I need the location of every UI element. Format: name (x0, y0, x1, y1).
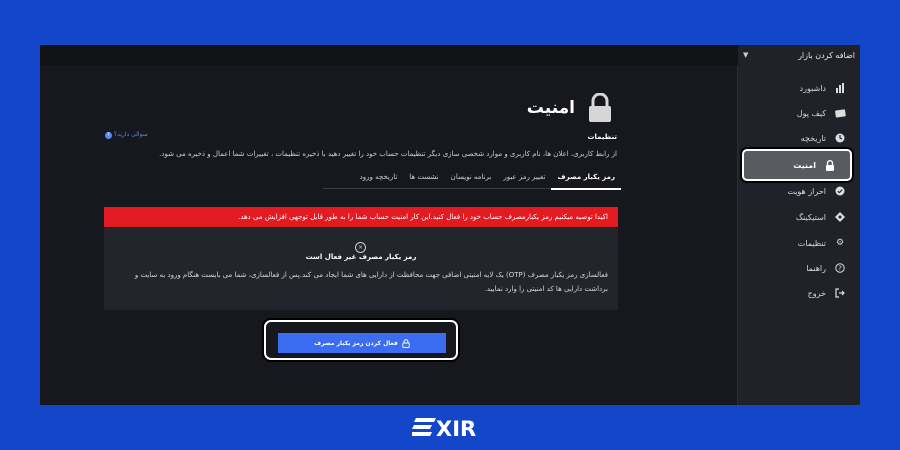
sidebar-item-label: تنظیمات (797, 238, 826, 248)
sidebar-item-settings[interactable]: ⚙ تنظیمات (738, 231, 860, 255)
otp-description: فعالسازی رمز یکبار مصرف (OTP) یک لایه ام… (134, 271, 608, 293)
sidebar-item-label: داشبورد (799, 83, 826, 93)
sidebar-item-wallet[interactable]: کیف پول (738, 101, 860, 125)
wallet-icon (834, 107, 846, 119)
tab-login-history[interactable]: تاریخچه ورود (354, 168, 404, 188)
lock-icon (402, 338, 410, 348)
sidebar-item-security[interactable]: امنیت (742, 149, 852, 181)
clock-icon (834, 132, 846, 144)
tab-sessions[interactable]: نشست ها (403, 168, 444, 188)
security-tabs: رمز یکبار مصرف تغییر رمز عبور برنامه نوی… (323, 168, 621, 190)
tab-otp[interactable]: رمز یکبار مصرف (551, 168, 621, 190)
add-market-label: اضافه کردن بازار (798, 50, 855, 60)
sidebar-item-logout[interactable]: خروج (738, 281, 860, 305)
help-link[interactable]: سوالی دارید؟ ? (105, 131, 148, 139)
staking-icon (834, 211, 846, 223)
sidebar-item-label: استیکینگ (795, 212, 826, 222)
help-icon: ? (834, 262, 846, 274)
tab-developers[interactable]: برنامه نویسان (445, 168, 498, 188)
enable-otp-button[interactable]: فعال کردن رمز یکبار مصرف (278, 333, 446, 353)
settings-heading: تنظیمات (587, 133, 617, 141)
svg-text:XIR: XIR (436, 417, 476, 438)
bar-chart-icon (834, 82, 846, 94)
sidebar: داشبورد کیف پول تاریخچه امنیت احراز هویت… (737, 65, 860, 405)
sidebar-item-label: امنیت (793, 160, 816, 170)
cta-highlight: فعال کردن رمز یکبار مصرف (264, 320, 458, 360)
settings-description: از رابط کاربری، اعلان ها، نام کاربری و م… (159, 150, 617, 158)
check-badge-icon (834, 185, 846, 197)
sidebar-item-staking[interactable]: استیکینگ (738, 205, 860, 229)
page-title: امنیت (526, 98, 575, 118)
svg-text:?: ? (838, 265, 842, 273)
sidebar-item-label: خروج (807, 288, 826, 298)
enable-otp-label: فعال کردن رمز یکبار مصرف (314, 339, 398, 347)
lock-large-icon (587, 92, 613, 127)
otp-status-panel: × رمز یکبار مصرف غیر فعال است فعالسازی ر… (104, 228, 618, 310)
sidebar-item-label: احراز هویت (787, 186, 826, 196)
question-icon: ? (105, 132, 112, 139)
tab-change-password[interactable]: تغییر رمز عبور (497, 168, 551, 188)
otp-status-title: رمز یکبار مصرف غیر فعال است (305, 253, 417, 261)
logout-icon (834, 287, 846, 299)
sidebar-item-help[interactable]: ? راهنما (738, 256, 860, 280)
sidebar-item-verification[interactable]: احراز هویت (738, 179, 860, 203)
lock-icon (824, 159, 836, 171)
warning-alert: اکیدا توصیه میکنیم رمز یکبارمصرف حساب خو… (104, 207, 618, 227)
close-circle-icon: × (355, 242, 366, 253)
top-bar (40, 45, 860, 65)
sidebar-item-dashboard[interactable]: داشبورد (738, 76, 860, 100)
sidebar-item-label: راهنما (806, 263, 826, 273)
sidebar-item-label: تاریخچه (800, 133, 826, 143)
gear-icon: ⚙ (835, 238, 845, 248)
help-link-text: سوالی دارید؟ (113, 131, 148, 138)
exir-logo: XIR (410, 416, 488, 441)
caret-down-icon: ▼ (743, 51, 749, 59)
add-market-dropdown[interactable]: اضافه کردن بازار ▼ (738, 45, 860, 65)
sidebar-item-history[interactable]: تاریخچه (738, 126, 860, 150)
sidebar-item-label: کیف پول (796, 108, 826, 118)
